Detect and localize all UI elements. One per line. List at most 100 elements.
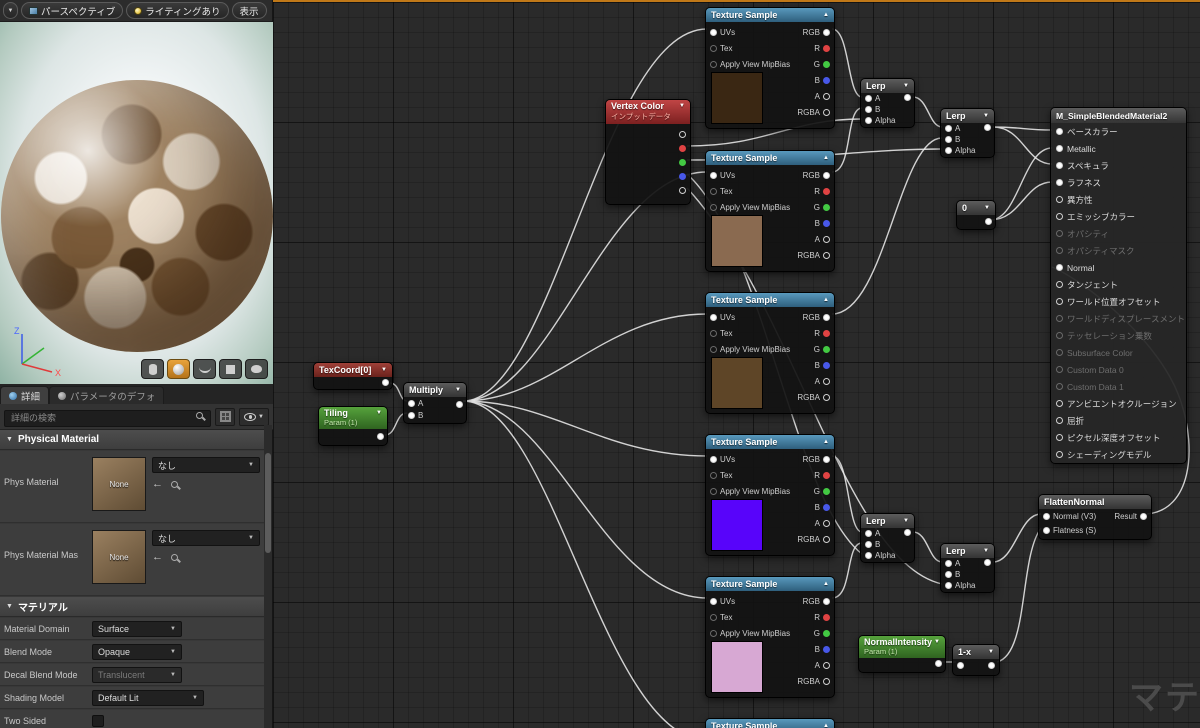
output-pin-a[interactable] xyxy=(679,186,686,194)
show-button[interactable]: 表示 xyxy=(231,2,267,19)
output-pin-g[interactable] xyxy=(823,60,830,68)
viewport-options-button[interactable]: ▼ xyxy=(3,2,18,19)
input-pin[interactable] xyxy=(1056,417,1063,424)
output-pin-rgba[interactable] xyxy=(823,535,830,543)
material-domain-dropdown[interactable]: Surface ▼ xyxy=(92,620,182,637)
texture-sample-node[interactable]: Texture Sample ▲ UVs Tex Apply View MipB… xyxy=(705,434,835,556)
column-view-button[interactable] xyxy=(215,407,235,426)
cloth-shape-button[interactable] xyxy=(193,359,216,379)
node-header[interactable]: Lerp ▼ xyxy=(941,544,994,558)
collapse-icon[interactable]: ▼ xyxy=(988,649,994,655)
output-pin-r[interactable] xyxy=(679,144,686,152)
browse-icon[interactable] xyxy=(171,553,178,561)
input-pin-a[interactable] xyxy=(865,95,872,102)
input-pin-a[interactable] xyxy=(945,125,952,132)
output-pin-rgba[interactable] xyxy=(823,108,830,116)
constant-zero-node[interactable]: 0 ▼ xyxy=(956,200,996,230)
output-pin-a[interactable] xyxy=(823,519,830,527)
texture-sample-node[interactable]: Texture Sample ▲ UVs Tex Apply View MipB… xyxy=(705,150,835,272)
texture-preview[interactable] xyxy=(711,72,763,124)
texture-sample-node[interactable]: Texture Sample ▲ UVs Tex Apply View MipB… xyxy=(705,7,835,129)
node-header[interactable]: 1-x ▼ xyxy=(953,645,999,659)
output-pin[interactable] xyxy=(456,401,463,408)
use-selected-icon[interactable]: ← xyxy=(152,479,163,490)
output-pin-rgba[interactable] xyxy=(823,677,830,685)
node-header[interactable]: Vertex Color ▼ インプットデータ xyxy=(606,100,690,124)
output-pin-b[interactable] xyxy=(823,219,830,227)
input-pin[interactable] xyxy=(1056,434,1063,441)
output-pin-rgb[interactable] xyxy=(823,28,830,36)
section-material[interactable]: ▼ マテリアル xyxy=(0,597,264,617)
node-header[interactable]: 0 ▼ xyxy=(957,201,995,215)
output-pin-a[interactable] xyxy=(823,377,830,385)
output-pin-a[interactable] xyxy=(823,235,830,243)
lerp-node[interactable]: Lerp ▼ A B Alpha xyxy=(860,78,915,128)
input-pin-a[interactable] xyxy=(408,399,415,407)
blend-mode-dropdown[interactable]: Opaque ▼ xyxy=(92,643,182,660)
collapse-icon[interactable]: ▲ xyxy=(823,297,829,303)
collapse-icon[interactable]: ▼ xyxy=(679,103,685,109)
output-pin-b[interactable] xyxy=(823,503,830,511)
node-header[interactable]: M_SimpleBlendedMaterial2 xyxy=(1051,108,1186,123)
input-pin-tex[interactable] xyxy=(710,44,717,52)
input-pin-uvs[interactable] xyxy=(710,171,717,179)
one-minus-x-node[interactable]: 1-x ▼ xyxy=(952,644,1000,676)
material-result-node[interactable]: M_SimpleBlendedMaterial2 ベースカラー Metallic… xyxy=(1050,107,1187,464)
input-pin[interactable] xyxy=(1056,128,1063,135)
texture-sample-node[interactable]: Texture Sample ▲ UVs Tex Apply View MipB… xyxy=(705,576,835,698)
output-pin-rgb[interactable] xyxy=(823,455,830,463)
output-pin-b[interactable] xyxy=(823,361,830,369)
input-pin-b[interactable] xyxy=(865,106,872,113)
collapse-icon[interactable]: ▼ xyxy=(381,367,387,373)
collapse-icon[interactable]: ▲ xyxy=(823,581,829,587)
output-pin-rgba[interactable] xyxy=(823,251,830,259)
tiling-param-node[interactable]: Tiling ▼ Param (1) xyxy=(318,406,388,446)
output-pin-rgb[interactable] xyxy=(679,130,686,138)
output-pin[interactable] xyxy=(984,559,991,566)
phys-material-mask-dropdown[interactable]: なし ▼ xyxy=(152,530,260,546)
collapse-icon[interactable]: ▲ xyxy=(823,155,829,161)
node-header[interactable]: Texture Sample ▲ xyxy=(706,151,834,165)
normal-intensity-param-node[interactable]: NormalIntensity ▼ Param (1) xyxy=(858,635,946,673)
input-pin-uvs[interactable] xyxy=(710,313,717,321)
input-pin-b[interactable] xyxy=(945,136,952,143)
collapse-icon[interactable]: ▼ xyxy=(934,639,940,645)
input-pin-alpha[interactable] xyxy=(945,582,952,589)
collapse-icon[interactable]: ▲ xyxy=(823,12,829,18)
output-pin-b[interactable] xyxy=(823,645,830,653)
input-pin-alpha[interactable] xyxy=(865,552,872,559)
node-header[interactable]: Texture Sample ▲ xyxy=(706,577,834,591)
texture-sample-node[interactable]: Texture Sample ▲ xyxy=(705,718,835,728)
search-input[interactable] xyxy=(4,409,211,427)
output-pin-result[interactable] xyxy=(1140,512,1147,520)
input-pin[interactable] xyxy=(1056,281,1063,288)
phys-material-mask-thumbnail[interactable]: None xyxy=(92,530,146,584)
input-pin-tex[interactable] xyxy=(710,329,717,337)
texcoord-node[interactable]: TexCoord[0] ▼ xyxy=(313,362,393,390)
visibility-filter-button[interactable]: ▼ xyxy=(239,407,269,426)
output-pin[interactable] xyxy=(382,379,389,386)
browse-icon[interactable] xyxy=(171,480,178,488)
node-header[interactable]: Lerp ▼ xyxy=(861,79,914,93)
output-pin[interactable] xyxy=(988,662,995,669)
collapse-icon[interactable]: ▼ xyxy=(983,113,989,119)
node-header[interactable]: Lerp ▼ xyxy=(941,109,994,123)
input-pin-mipbias[interactable] xyxy=(710,345,717,353)
input-pin[interactable] xyxy=(957,662,964,669)
input-pin[interactable] xyxy=(1056,196,1063,203)
node-header[interactable]: Lerp ▼ xyxy=(861,514,914,528)
scrollbar-thumb[interactable] xyxy=(265,453,271,553)
node-header[interactable]: Texture Sample ▲ xyxy=(706,719,834,728)
output-pin-a[interactable] xyxy=(823,92,830,100)
output-pin-g[interactable] xyxy=(823,629,830,637)
perspective-button[interactable]: パースペクティブ xyxy=(21,2,124,19)
details-scrollbar[interactable] xyxy=(264,425,272,728)
collapse-icon[interactable]: ▼ xyxy=(903,83,909,89)
input-pin-mipbias[interactable] xyxy=(710,487,717,495)
cube-shape-button[interactable] xyxy=(219,359,242,379)
input-pin[interactable] xyxy=(1056,451,1063,458)
input-pin-flatness[interactable] xyxy=(1043,526,1050,534)
input-pin[interactable] xyxy=(1056,213,1063,220)
cylinder-shape-button[interactable] xyxy=(141,359,164,379)
shading-model-dropdown[interactable]: Default Lit ▼ xyxy=(92,689,204,706)
